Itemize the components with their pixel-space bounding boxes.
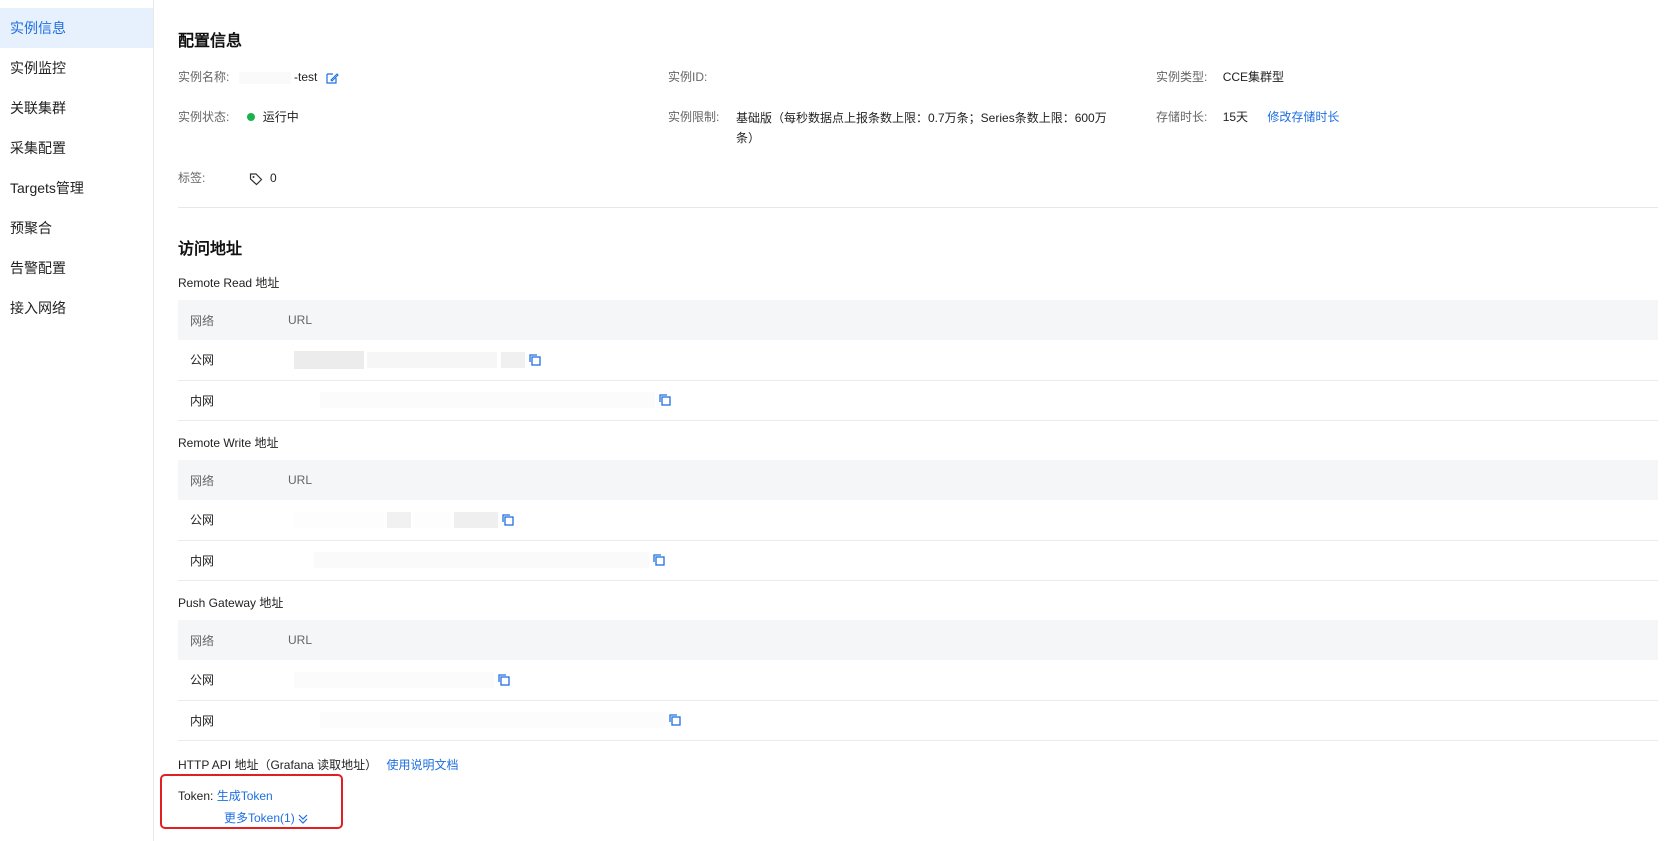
- instance-status-field: 实例状态: 运行中: [178, 108, 299, 125]
- instance-type-label: 实例类型:: [1156, 70, 1208, 84]
- instance-name-label: 实例名称:: [178, 70, 230, 84]
- url-cell: [276, 340, 1658, 381]
- storage-label: 存储时长:: [1156, 110, 1208, 124]
- storage-field: 存储时长: 15天 修改存储时长: [1156, 108, 1339, 125]
- network-cell: 公网: [178, 340, 276, 381]
- push-gateway-title: Push Gateway 地址: [178, 596, 284, 610]
- remote-read-title: Remote Read 地址: [178, 276, 280, 290]
- col-network-header: 网络: [178, 620, 276, 660]
- config-section-title: 配置信息: [178, 33, 243, 50]
- highlight-box: [160, 774, 343, 829]
- sidebar-item-targets[interactable]: Targets管理: [0, 168, 153, 208]
- network-cell: 内网: [178, 540, 276, 581]
- table-row: 内网: [178, 540, 1658, 581]
- tag-icon[interactable]: [249, 172, 263, 186]
- col-network-header: 网络: [178, 460, 276, 500]
- redacted-url: [320, 712, 665, 728]
- tags-count: 0: [270, 171, 277, 185]
- col-url-header: URL: [276, 300, 1658, 340]
- table-row: 内网: [178, 380, 1658, 421]
- redacted-url: [500, 351, 525, 368]
- instance-limit-label: 实例限制:: [668, 110, 720, 124]
- status-dot-icon: [246, 113, 255, 121]
- instance-limit-value: 基础版（每秒数据点上报条数上限：0.7万条；Series条数上限：600万条）: [736, 111, 1107, 145]
- url-cell: [276, 700, 1658, 741]
- push-gateway-table: 网络 URL 公网 内网: [178, 620, 1658, 741]
- table-header-row: 网络 URL: [178, 300, 1658, 340]
- table-header-row: 网络 URL: [178, 460, 1658, 500]
- redacted-url: [294, 671, 494, 688]
- url-cell: [276, 540, 1658, 581]
- col-url-header: URL: [276, 620, 1658, 660]
- storage-value: 15天: [1222, 110, 1249, 124]
- instance-name-field: 实例名称: -test: [178, 68, 339, 85]
- redacted-url: [294, 350, 364, 369]
- redacted-url: [387, 511, 412, 528]
- redacted-url: [454, 511, 499, 528]
- table-row: 公网: [178, 340, 1658, 381]
- redacted-url: [320, 392, 655, 408]
- instance-type-field: 实例类型: CCE集群型: [1156, 68, 1284, 85]
- edit-icon[interactable]: [325, 71, 339, 85]
- redacted-instance-name: [238, 71, 291, 84]
- url-cell: [276, 660, 1658, 701]
- access-section-title: 访问地址: [178, 241, 243, 258]
- sidebar: 实例信息 实例监控 关联集群 采集配置 Targets管理 预聚合 告警配置 接…: [0, 0, 154, 841]
- copy-icon[interactable]: [658, 393, 672, 407]
- instance-type-value: CCE集群型: [1222, 70, 1285, 84]
- redacted-url: [414, 511, 451, 528]
- sidebar-item-access-network[interactable]: 接入网络: [0, 288, 153, 328]
- remote-read-table: 网络 URL 公网 内网: [178, 300, 1658, 421]
- table-row: 内网: [178, 700, 1658, 741]
- redacted-url: [367, 351, 498, 368]
- main-content: 配置信息 实例名称: -test 实例ID: 实例类型: CCE集群型 实例状态…: [178, 0, 1658, 841]
- tags-field: 标签: 0: [178, 169, 277, 186]
- instance-id-field: 实例ID:: [668, 68, 707, 85]
- col-url-header: URL: [276, 460, 1658, 500]
- copy-icon[interactable]: [528, 353, 542, 367]
- remote-write-title: Remote Write 地址: [178, 436, 279, 450]
- table-row: 公网: [178, 660, 1658, 701]
- sidebar-item-instance-info[interactable]: 实例信息: [0, 8, 153, 48]
- modify-storage-link[interactable]: 修改存储时长: [1267, 110, 1339, 124]
- http-api-title: HTTP API 地址（Grafana 读取地址）: [178, 758, 378, 772]
- redacted-url: [294, 511, 384, 528]
- copy-icon[interactable]: [668, 713, 682, 727]
- instance-status-label: 实例状态:: [178, 110, 230, 124]
- http-api-title-row: HTTP API 地址（Grafana 读取地址） 使用说明文档: [178, 756, 459, 773]
- url-cell: [276, 500, 1658, 541]
- sidebar-item-collection-config[interactable]: 采集配置: [0, 128, 153, 168]
- network-cell: 公网: [178, 660, 276, 701]
- redacted-url: [314, 552, 649, 568]
- sidebar-item-linked-clusters[interactable]: 关联集群: [0, 88, 153, 128]
- instance-name-value: -test: [294, 70, 318, 84]
- network-cell: 公网: [178, 500, 276, 541]
- copy-icon[interactable]: [652, 553, 666, 567]
- sidebar-item-pre-aggregation[interactable]: 预聚合: [0, 208, 153, 248]
- copy-icon[interactable]: [497, 673, 511, 687]
- usage-doc-link[interactable]: 使用说明文档: [387, 758, 459, 772]
- col-network-header: 网络: [178, 300, 276, 340]
- sidebar-item-alert-config[interactable]: 告警配置: [0, 248, 153, 288]
- sidebar-item-instance-monitor[interactable]: 实例监控: [0, 48, 153, 88]
- copy-icon[interactable]: [501, 513, 515, 527]
- table-header-row: 网络 URL: [178, 620, 1658, 660]
- table-row: 公网: [178, 500, 1658, 541]
- network-cell: 内网: [178, 700, 276, 741]
- status-indicator: 运行中: [246, 110, 299, 124]
- remote-write-table: 网络 URL 公网 内网: [178, 460, 1658, 581]
- section-divider: [178, 207, 1658, 208]
- tags-label: 标签:: [178, 171, 206, 185]
- instance-status-value: 运行中: [262, 110, 299, 124]
- instance-id-label: 实例ID:: [668, 70, 708, 84]
- url-cell: [276, 380, 1658, 421]
- network-cell: 内网: [178, 380, 276, 421]
